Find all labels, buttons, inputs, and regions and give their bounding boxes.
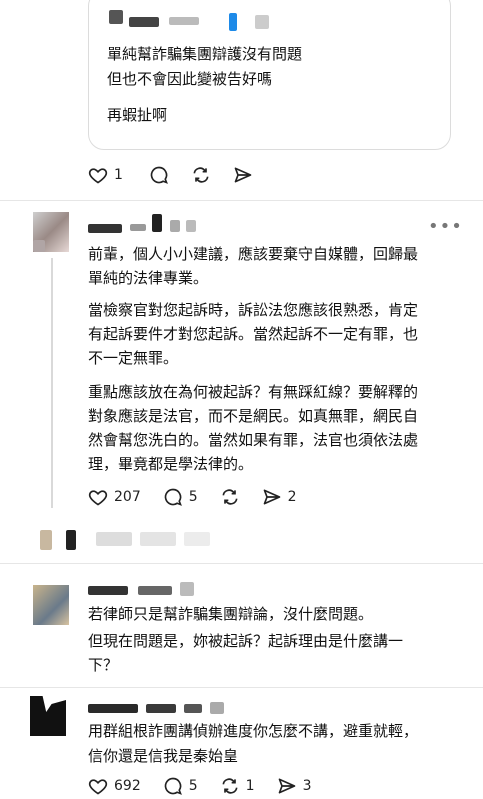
heart-icon	[88, 168, 108, 184]
blurred-username	[152, 214, 162, 232]
comment-button[interactable]: 5	[163, 776, 198, 796]
share-count: 3	[302, 778, 312, 794]
repost-button[interactable]	[220, 487, 240, 507]
repost-count: 1	[245, 778, 255, 794]
repost-button[interactable]: 1	[220, 776, 255, 796]
comment-text-line: 重點應該放在為何被起訴？有無踩紅線？要解釋的	[88, 383, 419, 401]
quoted-text-line: 再蝦扯啊	[107, 106, 168, 124]
thread-line	[51, 258, 53, 508]
like-count: 207	[114, 489, 141, 505]
comment-text-line: 信你還是信我是秦始皇	[88, 747, 239, 765]
comment-text-line: 但現在問題是，妳被起訴？起訴理由是什麼講一	[88, 632, 404, 650]
avatar	[66, 530, 76, 550]
avatar	[33, 240, 45, 252]
comment-text-line: 若律師只是幫詐騙集團辯論，沒什麼問題。	[88, 605, 374, 623]
comment-icon	[164, 777, 182, 795]
more-icon[interactable]: •••	[428, 216, 463, 237]
blurred-username	[169, 17, 199, 25]
blurred-username	[130, 224, 146, 231]
blurred-username	[255, 15, 269, 29]
comment-text-line: 單純的法律專業。	[88, 269, 209, 287]
comment-button[interactable]: 5	[163, 487, 198, 507]
comment-text-line: 對象應該是法官，而不是網民。如真無罪，網民自	[88, 407, 419, 425]
quoted-text-line: 但也不會因此變被告好嗎	[107, 70, 273, 88]
avatar[interactable]	[33, 585, 69, 625]
avatar[interactable]	[30, 696, 66, 736]
divider	[0, 200, 483, 201]
blurred-username	[109, 10, 123, 24]
comment-actions: 692 5 1 3	[88, 776, 334, 796]
like-button[interactable]: 207	[88, 487, 141, 507]
share-button[interactable]: 2	[262, 487, 297, 507]
blurred-username	[129, 17, 159, 27]
blurred-username	[170, 220, 180, 232]
comment-count: 5	[188, 489, 198, 505]
comment-text-line: 前輩，個人小小建議，應該要棄守自媒體，回歸最	[88, 245, 419, 263]
blurred-username	[138, 586, 172, 595]
quoted-post-card[interactable]: 單純幫詐騙集團辯護沒有問題 但也不會因此變被告好嗎 再蝦扯啊	[88, 0, 451, 150]
blurred-username	[88, 704, 138, 713]
comment-count: 5	[188, 778, 198, 794]
comment-button[interactable]	[149, 165, 169, 185]
blurred-username	[88, 224, 122, 233]
comment-text-line: 下？	[88, 656, 119, 674]
like-button[interactable]: 1	[88, 165, 123, 185]
comment-text-line: 有起訴要件才對您起訴。當然起訴不一定有罪，也	[88, 325, 419, 343]
blurred-username	[210, 702, 224, 714]
share-button[interactable]	[233, 165, 253, 185]
blurred-username	[180, 582, 194, 596]
blurred-text	[140, 532, 176, 546]
repost-icon	[222, 778, 238, 794]
post-actions: 1	[88, 165, 275, 185]
comment-actions: 207 5 2	[88, 487, 319, 507]
divider	[0, 563, 483, 564]
comment-text-line: 理，畢竟都是學法律的。	[88, 455, 254, 473]
heart-icon	[88, 490, 108, 506]
blurred-username	[146, 704, 176, 713]
share-count: 2	[287, 489, 297, 505]
blurred-username	[184, 704, 202, 713]
heart-icon	[88, 779, 108, 795]
like-count: 1	[114, 167, 123, 183]
comment-text-line: 不一定無罪。	[88, 349, 179, 367]
blurred-text	[96, 532, 132, 546]
like-count: 692	[114, 778, 141, 794]
comment-text-line: 然會幫您洗白的。當然如果有罪，法官也須依法處	[88, 431, 419, 449]
share-icon	[278, 778, 295, 794]
blurred-badge	[229, 13, 237, 31]
blurred-username	[186, 220, 196, 232]
comment-text-line: 當檢察官對您起訴時，訴訟法您應該很熟悉，肯定	[88, 301, 419, 319]
like-button[interactable]: 692	[88, 776, 141, 796]
blurred-text	[184, 532, 210, 546]
share-button[interactable]: 3	[277, 776, 312, 796]
comment-icon	[164, 488, 182, 506]
share-icon	[263, 489, 280, 505]
comment-icon	[150, 166, 168, 184]
share-icon	[234, 167, 252, 183]
blurred-username	[88, 586, 128, 595]
repost-button[interactable]	[191, 165, 211, 185]
divider	[0, 687, 483, 688]
repost-icon	[193, 167, 209, 183]
repost-icon	[222, 489, 238, 505]
avatar	[40, 530, 52, 550]
quoted-text-line: 單純幫詐騙集團辯護沒有問題	[107, 45, 303, 63]
comment-text-line: 用群組根詐團講偵辦進度你怎麼不講，避重就輕，	[88, 722, 419, 740]
